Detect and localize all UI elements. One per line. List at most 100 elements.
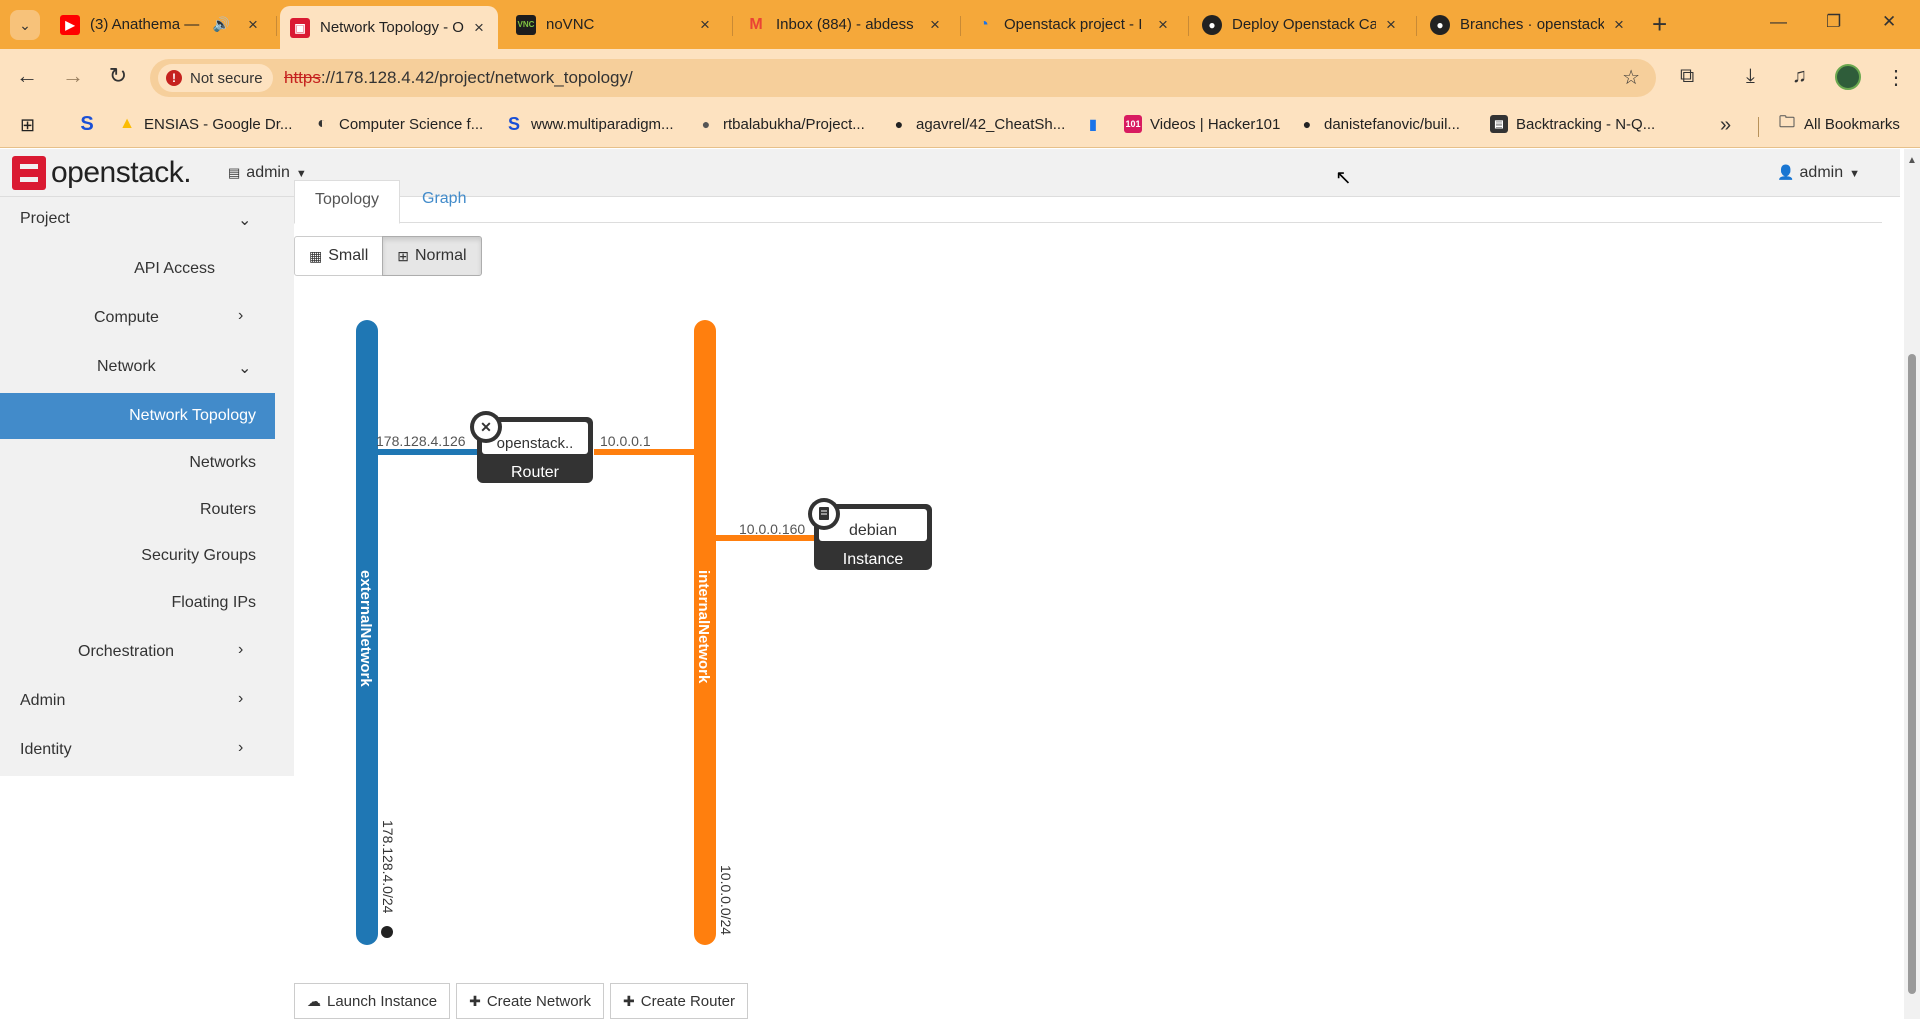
chevron-down-icon[interactable]: ⌄: [238, 210, 251, 230]
chevron-down-icon[interactable]: ⌄: [238, 358, 251, 378]
instance-node[interactable]: debian Instance: [808, 498, 932, 570]
close-icon[interactable]: ×: [1610, 15, 1628, 35]
plus-icon: ✚: [623, 992, 635, 1009]
browser-toolbar: ← → ↻ ! Not secure https://178.128.4.42/…: [0, 49, 1920, 106]
browser-tab-openstack-project[interactable]: ◔ Openstack project - I ×: [964, 8, 1182, 41]
bookmark-computer-science[interactable]: ◐ Computer Science f...: [313, 115, 483, 133]
media-control-icon[interactable]: ♫: [1792, 65, 1807, 88]
tab-topology[interactable]: Topology: [294, 180, 400, 224]
router-type-label: Router: [511, 464, 560, 481]
new-tab-button[interactable]: +: [1652, 10, 1667, 38]
close-icon[interactable]: ×: [1382, 15, 1400, 35]
router-node[interactable]: openstack.. Router ✕: [470, 411, 593, 483]
sidebar-item-project[interactable]: Project: [20, 210, 70, 228]
create-network-button[interactable]: ✚ Create Network: [456, 983, 605, 1019]
create-router-button[interactable]: ✚ Create Router: [610, 983, 748, 1019]
url-text[interactable]: https://178.128.4.42/project/network_top…: [284, 68, 633, 88]
chevron-right-icon[interactable]: ›: [238, 690, 243, 708]
globe-icon: ◐: [317, 115, 327, 132]
normal-view-button[interactable]: ⊞ Normal: [382, 236, 482, 276]
novnc-icon: VNC: [516, 14, 536, 35]
openstack-logo[interactable]: openstack.: [12, 156, 192, 190]
address-bar[interactable]: ! Not secure https://178.128.4.42/projec…: [150, 59, 1656, 97]
user-menu[interactable]: 👤 admin ▼: [1777, 164, 1860, 182]
reload-icon[interactable]: ↻: [103, 63, 133, 89]
extensions-icon[interactable]: ⧉: [1680, 65, 1694, 88]
close-icon[interactable]: ×: [244, 15, 262, 35]
bookmark-chart[interactable]: ▮: [1084, 115, 1110, 133]
grid-large-icon: ⊞: [397, 247, 409, 264]
sidebar-item-security-groups[interactable]: Security Groups: [141, 547, 256, 565]
bookmark-hacker101[interactable]: 101 Videos | Hacker101: [1124, 115, 1280, 133]
page-scrollbar[interactable]: ▲: [1904, 149, 1920, 1019]
window-close-icon[interactable]: ✕: [1882, 12, 1896, 32]
minimize-icon[interactable]: —: [1770, 12, 1787, 32]
sidebar-item-routers[interactable]: Routers: [200, 501, 256, 519]
close-icon[interactable]: ×: [696, 15, 714, 35]
bookmark-backtracking[interactable]: ▤ Backtracking - N-Q...: [1490, 115, 1655, 133]
browser-tab-branches[interactable]: ● Branches · openstack ×: [1420, 8, 1638, 41]
browser-tab-novnc[interactable]: VNC noVNC ×: [506, 8, 724, 41]
bookmark-separator: [1758, 117, 1759, 137]
scrollbar-thumb[interactable]: [1908, 354, 1916, 994]
svg-text:✕: ✕: [480, 419, 492, 435]
launch-instance-button[interactable]: ☁ Launch Instance: [294, 983, 451, 1019]
s-logo-icon: S: [507, 113, 520, 134]
sidebar-item-floating-ips[interactable]: Floating IPs: [172, 594, 256, 612]
back-icon[interactable]: ←: [12, 63, 42, 89]
tab-graph[interactable]: Graph: [422, 190, 466, 208]
security-chip[interactable]: ! Not secure: [158, 64, 273, 92]
all-bookmarks-button[interactable]: 🗀 All Bookmarks: [1778, 114, 1900, 133]
sidebar-item-network-topology[interactable]: Network Topology: [129, 407, 256, 425]
project-icon: ▤: [228, 165, 241, 180]
hacker101-icon: 101: [1124, 115, 1142, 133]
apps-grid-icon[interactable]: ⊞: [20, 115, 35, 136]
topology-tabs: Topology Graph: [294, 180, 1882, 224]
bookmark-s-logo[interactable]: S: [78, 113, 104, 135]
browser-tab-deploy-openstack[interactable]: ● Deploy Openstack Ca ×: [1192, 8, 1410, 41]
browser-tab-youtube[interactable]: ▶ (3) Anathema — 🔊 ×: [50, 8, 272, 41]
tab-search-button[interactable]: ⌄: [10, 10, 40, 40]
openstack-logo-icon: [12, 156, 46, 190]
menu-kebab-icon[interactable]: ⋮: [1886, 65, 1906, 90]
profile-avatar[interactable]: [1835, 64, 1861, 90]
speaker-icon[interactable]: 🔊: [213, 16, 230, 33]
router-internal-ip: 10.0.0.1: [600, 433, 651, 449]
bookmark-agavrel[interactable]: ● agavrel/42_CheatSh...: [890, 115, 1066, 133]
small-view-button[interactable]: ▦ Small: [294, 236, 384, 276]
bookmark-danistefanovic[interactable]: ● danistefanovic/buil...: [1298, 115, 1460, 133]
scroll-up-icon[interactable]: ▲: [1907, 155, 1917, 166]
close-icon[interactable]: ×: [470, 18, 488, 38]
mouse-cursor-icon: ↖: [1335, 167, 1352, 189]
bookmarks-bar: ⊞ S ▲ ENSIAS - Google Dr... ◐ Computer Sci…: [0, 106, 1920, 148]
chevron-double-right-icon[interactable]: »: [1720, 114, 1731, 137]
close-icon[interactable]: ×: [1154, 15, 1172, 35]
chevron-right-icon[interactable]: ›: [238, 739, 243, 757]
forward-icon[interactable]: →: [58, 63, 88, 89]
sidebar-item-network[interactable]: Network: [97, 358, 156, 376]
download-icon[interactable]: ⤓: [1746, 65, 1755, 88]
sidebar-item-identity[interactable]: Identity: [20, 741, 72, 759]
warning-icon: !: [166, 70, 182, 86]
bookmark-star-icon[interactable]: ☆: [1622, 65, 1640, 90]
chevron-right-icon[interactable]: ›: [238, 641, 243, 659]
globe-icon: [381, 926, 393, 938]
bookmark-multiparadigm[interactable]: Swww.multiparadigm...: [505, 113, 674, 134]
restore-icon[interactable]: ❐: [1826, 12, 1841, 32]
network-topology-diagram: externalNetwork 178.128.4.0/24 internalN…: [356, 320, 932, 945]
browser-tab-gmail[interactable]: M Inbox (884) - abdess ×: [736, 8, 954, 41]
browser-tab-bar: ⌄ ▶ (3) Anathema — 🔊 × ▣ Network Topolog…: [0, 0, 1920, 49]
bookmark-ensias[interactable]: ▲ ENSIAS - Google Dr...: [118, 115, 292, 133]
openstack-icon: ▣: [290, 17, 310, 38]
browser-tab-network-topology[interactable]: ▣ Network Topology - O ×: [280, 6, 498, 49]
sidebar-item-orchestration[interactable]: Orchestration: [78, 643, 174, 661]
close-icon[interactable]: ×: [926, 15, 944, 35]
sidebar-item-api-access[interactable]: API Access: [134, 260, 215, 278]
router-external-ip: 178.128.4.126: [376, 433, 466, 449]
chevron-right-icon[interactable]: ›: [238, 307, 243, 325]
caret-down-icon: ▼: [295, 168, 307, 180]
sidebar-item-admin[interactable]: Admin: [20, 692, 65, 710]
sidebar-item-compute[interactable]: Compute: [94, 309, 159, 327]
bookmark-rtbalabukha[interactable]: ● rtbalabukha/Project...: [697, 115, 865, 133]
sidebar-item-networks[interactable]: Networks: [189, 454, 256, 472]
